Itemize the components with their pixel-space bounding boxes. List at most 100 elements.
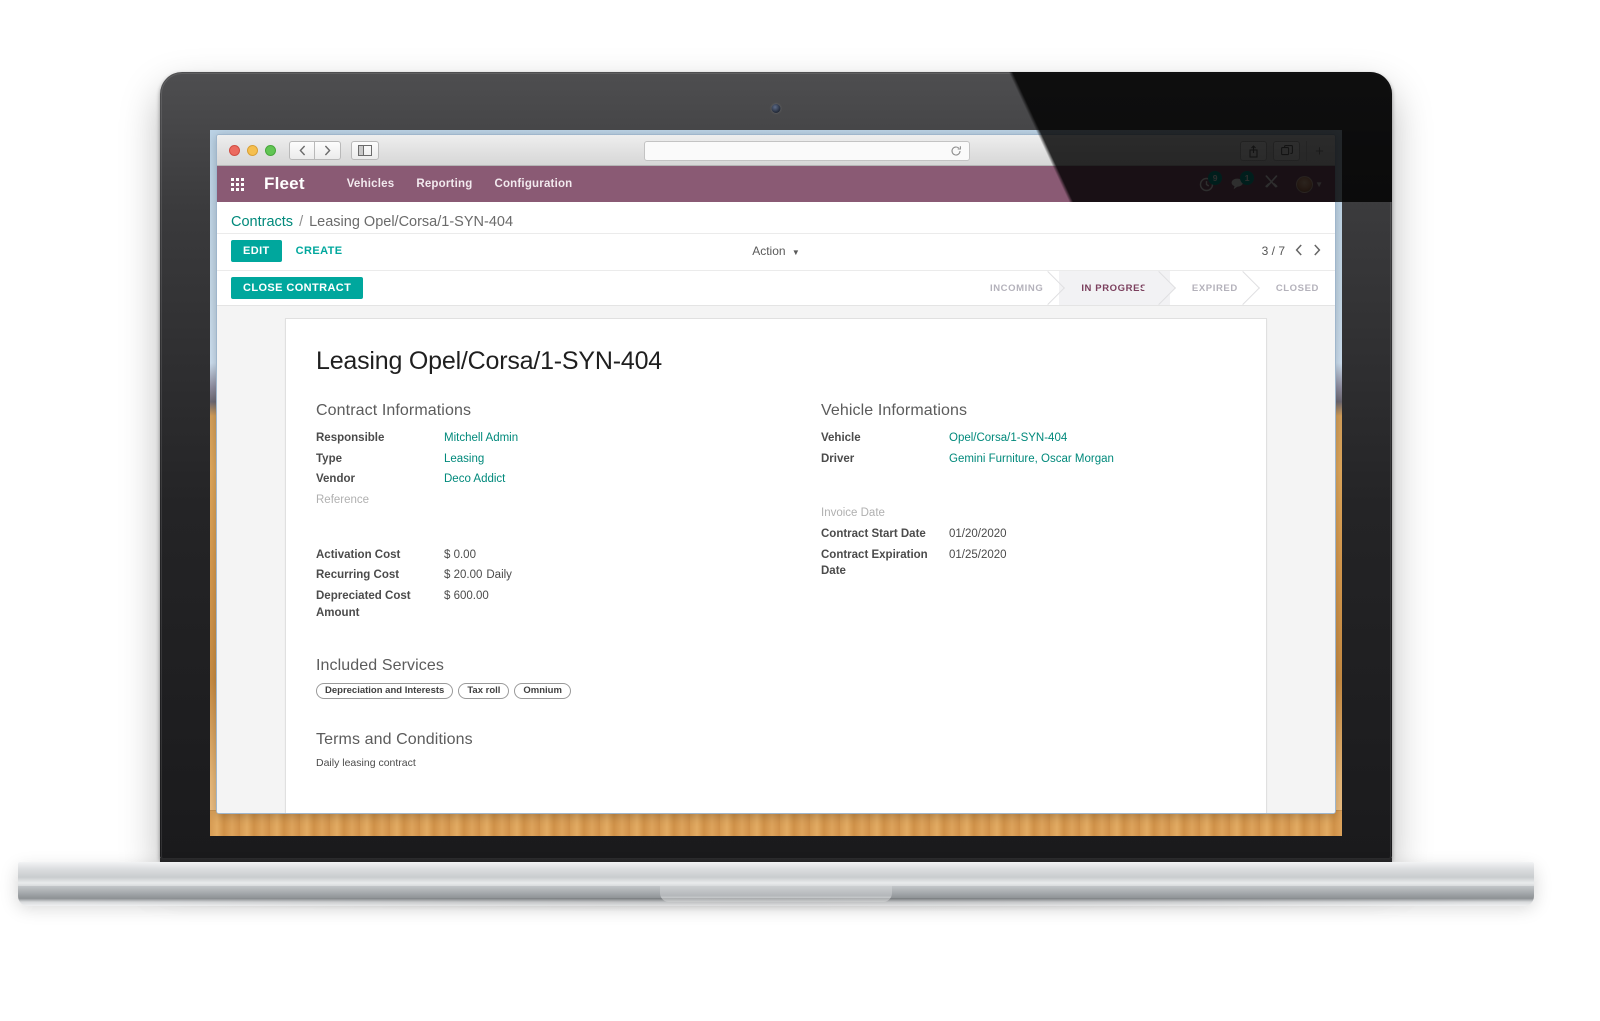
vendor-link[interactable]: Deco Addict [444, 473, 505, 485]
type-link[interactable]: Leasing [444, 453, 484, 465]
form-sheet: Leasing Opel/Corsa/1-SYN-404 Contract In… [285, 318, 1267, 813]
maximize-window-button[interactable] [265, 144, 276, 156]
apps-grid-icon[interactable] [231, 177, 244, 191]
browser-toolbar-right: + [1240, 141, 1328, 161]
field-label-vendor: Vendor [316, 473, 355, 486]
record-pager: 3 / 7 [1262, 243, 1321, 259]
service-tag[interactable]: Depreciation and Interests [316, 683, 454, 700]
share-icon[interactable] [1240, 141, 1267, 161]
create-button[interactable]: CREATE [296, 245, 343, 257]
breadcrumb-root-link[interactable]: Contracts [231, 214, 293, 230]
field-label-recurring-cost: Recurring Cost [316, 569, 400, 582]
field-label-responsible: Responsible [316, 432, 385, 444]
vehicle-link[interactable]: Opel/Corsa/1-SYN-404 [949, 432, 1067, 444]
reload-icon[interactable] [950, 145, 962, 157]
menu-item-reporting[interactable]: Reporting [416, 178, 472, 190]
action-dropdown-label: Action [752, 244, 786, 258]
laptop-shadow [10, 898, 1542, 912]
form-columns: Contract Informations Responsible Mitche… [316, 402, 1236, 623]
sidebar-toggle-icon[interactable] [351, 140, 379, 160]
field-row-recurring-cost: Recurring Cost $ 20.00 Daily [316, 565, 776, 586]
field-label-start-date: Contract Start Date [821, 528, 926, 541]
tools-icon[interactable] [1264, 174, 1279, 194]
show-tabs-icon[interactable] [1273, 141, 1300, 161]
field-row-type: Type Leasing [316, 449, 776, 470]
field-row-driver: Driver Gemini Furniture, Oscar Morgan [821, 449, 1236, 470]
services-tag-list: Depreciation and Interests Tax roll Omni… [316, 683, 1236, 700]
field-value-vendor: Deco Addict [444, 469, 776, 490]
messages-count-badge: 1 [1240, 171, 1255, 185]
group-title-terms: Terms and Conditions [316, 731, 473, 749]
field-label-driver: Driver [821, 452, 855, 465]
breadcrumb-current: Leasing Opel/Corsa/1-SYN-404 [309, 213, 514, 230]
system-tray: 9 1 ▼ [1199, 170, 1323, 194]
stage-expired[interactable]: EXPIRED [1169, 271, 1254, 305]
edit-button[interactable]: EDIT [231, 240, 282, 262]
breadcrumb-separator: / [299, 213, 304, 230]
pager-counter: 3 / 7 [1261, 244, 1285, 258]
service-tag[interactable]: Omnium [514, 683, 571, 700]
field-value-responsible: Mitchell Admin [444, 428, 776, 449]
laptop-screen: + Fleet Vehicles Reporting Configuration… [210, 130, 1342, 836]
close-contract-button[interactable]: CLOSE CONTRACT [231, 277, 364, 299]
new-tab-button[interactable]: + [1306, 141, 1328, 161]
vehicle-informations-group: Vehicle Informations Vehicle Opel/Corsa/… [776, 402, 1236, 623]
address-bar[interactable] [644, 141, 970, 161]
statusbar-stages: INCOMING IN PROGRESS EXPIRED CLOSED [967, 271, 1335, 305]
action-dropdown[interactable]: Action ▼ [752, 244, 800, 258]
terms-text: Daily leasing contract [316, 757, 416, 770]
field-value-type: Leasing [444, 449, 776, 470]
field-row-vendor: Vendor Deco Addict [316, 469, 776, 490]
terms-and-conditions-group: Terms and Conditions Daily leasing contr… [316, 731, 1236, 769]
pager-previous-button[interactable] [1295, 243, 1303, 259]
activities-count-badge: 9 [1208, 170, 1223, 185]
driver-link[interactable]: Gemini Furniture, Oscar Morgan [949, 453, 1114, 465]
field-value-recurring-cost: $ 20.00 Daily [444, 565, 776, 586]
stage-incoming[interactable]: INCOMING [967, 271, 1060, 305]
field-value-depreciated-cost: $ 600.00 [444, 590, 489, 603]
recurring-cost-amount: $ 20.00 [444, 569, 483, 582]
contract-fields-table: Responsible Mitchell Admin Type Leasing … [316, 428, 776, 623]
field-row-start-date: Contract Start Date 01/20/2020 [821, 524, 1236, 545]
user-menu[interactable]: ▼ [1296, 175, 1323, 193]
forward-button[interactable] [315, 140, 341, 160]
app-brand-title: Fleet [264, 174, 305, 193]
messages-menu[interactable]: 1 [1231, 171, 1255, 191]
control-panel: EDIT CREATE Action ▼ 3 / 7 [217, 234, 1335, 271]
included-services-group: Included Services Depreciation and Inter… [316, 657, 1236, 700]
close-window-button[interactable] [229, 144, 240, 156]
app-top-navbar: Fleet Vehicles Reporting Configuration 9… [217, 166, 1335, 202]
pager-next-button[interactable] [1313, 243, 1321, 259]
caret-down-icon: ▼ [1315, 179, 1323, 189]
menu-item-vehicles[interactable]: Vehicles [347, 178, 395, 190]
window-controls[interactable] [229, 144, 276, 156]
stage-in-progress[interactable]: IN PROGRESS [1059, 271, 1170, 305]
field-value-invoice-date [949, 503, 1236, 524]
field-value-driver: Gemini Furniture, Oscar Morgan [949, 449, 1236, 470]
field-label-invoice-date: Invoice Date [821, 507, 885, 520]
field-value-start-date: 01/20/2020 [949, 528, 1007, 541]
app-menu: Vehicles Reporting Configuration [347, 178, 573, 190]
statusbar-row: CLOSE CONTRACT INCOMING IN PROGRESS EXPI… [217, 271, 1335, 306]
group-title-services: Included Services [316, 657, 444, 675]
activities-menu[interactable]: 9 [1199, 170, 1223, 192]
field-spacer [316, 511, 776, 545]
responsible-link[interactable]: Mitchell Admin [444, 432, 518, 444]
avatar [1296, 175, 1314, 193]
back-button[interactable] [289, 140, 315, 160]
minimize-window-button[interactable] [247, 144, 258, 156]
field-value-reference [444, 490, 776, 511]
menu-item-configuration[interactable]: Configuration [494, 178, 572, 190]
stage-closed[interactable]: CLOSED [1253, 271, 1335, 305]
caret-down-icon: ▼ [791, 248, 800, 257]
browser-window: + Fleet Vehicles Reporting Configuration… [216, 134, 1336, 814]
field-value-activation-cost: $ 0.00 [444, 548, 476, 561]
field-value-vehicle: Opel/Corsa/1-SYN-404 [949, 428, 1236, 449]
service-tag[interactable]: Tax roll [458, 683, 510, 700]
webcam-icon [771, 104, 781, 113]
field-row-invoice-date: Invoice Date [821, 503, 1236, 524]
group-title-vehicle: Vehicle Informations [821, 402, 968, 419]
laptop-lid: + Fleet Vehicles Reporting Configuration… [160, 72, 1392, 862]
field-label-depreciated-cost: Depreciated Cost Amount [316, 590, 411, 619]
field-spacer-right [821, 469, 1236, 503]
